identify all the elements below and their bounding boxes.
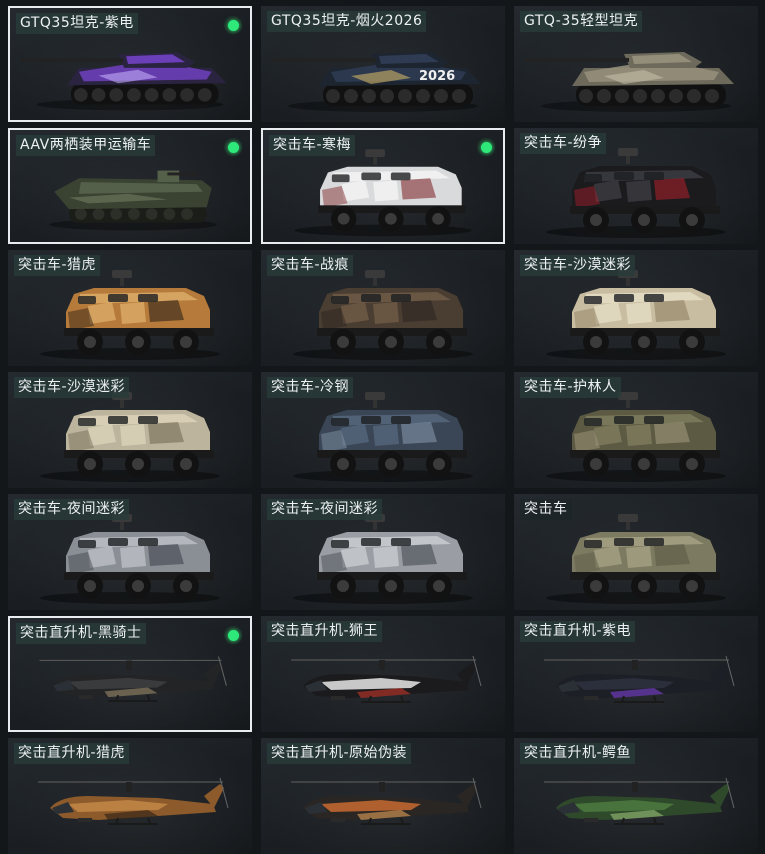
vehicle-card[interactable]: 突击车-沙漠迷彩 [8, 372, 252, 488]
vehicle-skin-grid: GTQ35坦克-紫电 2026 GTQ35坦克-烟火2026 GTQ-35轻型坦… [0, 0, 765, 854]
vehicle-card[interactable]: AAV两栖装甲运输车 [8, 128, 252, 244]
vehicle-card[interactable]: 突击直升机-原始伪装 [261, 738, 505, 854]
vehicle-card[interactable]: 突击车-沙漠迷彩 [514, 250, 758, 366]
vehicle-name: 突击车-纷争 [520, 133, 607, 154]
vehicle-card[interactable]: 突击车-护林人 [514, 372, 758, 488]
vehicle-name: GTQ35坦克-烟火2026 [267, 11, 427, 32]
equipped-indicator-icon [224, 16, 242, 34]
vehicle-name: 突击车-战痕 [267, 255, 354, 276]
vehicle-card[interactable]: 突击车-纷争 [514, 128, 758, 244]
vehicle-name: 突击直升机-黑骑士 [16, 623, 146, 644]
vehicle-card[interactable]: GTQ35坦克-紫电 [8, 6, 252, 122]
vehicle-name: 突击直升机-原始伪装 [267, 743, 412, 764]
vehicle-name: AAV两栖装甲运输车 [16, 135, 156, 156]
vehicle-name: 突击车-护林人 [520, 377, 621, 398]
vehicle-name: 突击直升机-鳄鱼 [520, 743, 636, 764]
vehicle-card[interactable]: 突击直升机-猎虎 [8, 738, 252, 854]
vehicle-name: 突击车-沙漠迷彩 [520, 255, 636, 276]
vehicle-name: 突击车 [520, 499, 572, 520]
equipped-indicator-icon [477, 138, 495, 156]
vehicle-card[interactable]: 突击车-战痕 [261, 250, 505, 366]
vehicle-name: 突击直升机-紫电 [520, 621, 636, 642]
vehicle-card[interactable]: 突击直升机-紫电 [514, 616, 758, 732]
vehicle-name: 突击直升机-狮王 [267, 621, 383, 642]
vehicle-card[interactable]: 突击车-夜间迷彩 [261, 494, 505, 610]
vehicle-card[interactable]: 突击直升机-鳄鱼 [514, 738, 758, 854]
vehicle-name: 突击直升机-猎虎 [14, 743, 130, 764]
vehicle-name: GTQ35坦克-紫电 [16, 13, 138, 34]
vehicle-card[interactable]: 2026 GTQ35坦克-烟火2026 [261, 6, 505, 122]
equipped-indicator-icon [224, 138, 242, 156]
vehicle-card[interactable]: 突击车 [514, 494, 758, 610]
vehicle-card[interactable]: 突击车-冷钢 [261, 372, 505, 488]
vehicle-name: 突击车-夜间迷彩 [267, 499, 383, 520]
equipped-indicator-icon [224, 626, 242, 644]
vehicle-name: 突击车-沙漠迷彩 [14, 377, 130, 398]
vehicle-card[interactable]: GTQ-35轻型坦克 [514, 6, 758, 122]
vehicle-card[interactable]: 突击车-夜间迷彩 [8, 494, 252, 610]
vehicle-card[interactable]: 突击直升机-黑骑士 [8, 616, 252, 732]
vehicle-name: 突击车-寒梅 [269, 135, 356, 156]
vehicle-name: 突击车-夜间迷彩 [14, 499, 130, 520]
svg-text:2026: 2026 [419, 69, 455, 84]
vehicle-name: GTQ-35轻型坦克 [520, 11, 643, 32]
vehicle-card[interactable]: 突击直升机-狮王 [261, 616, 505, 732]
vehicle-name: 突击车-猎虎 [14, 255, 101, 276]
vehicle-card[interactable]: 突击车-寒梅 [261, 128, 505, 244]
vehicle-name: 突击车-冷钢 [267, 377, 354, 398]
vehicle-card[interactable]: 突击车-猎虎 [8, 250, 252, 366]
